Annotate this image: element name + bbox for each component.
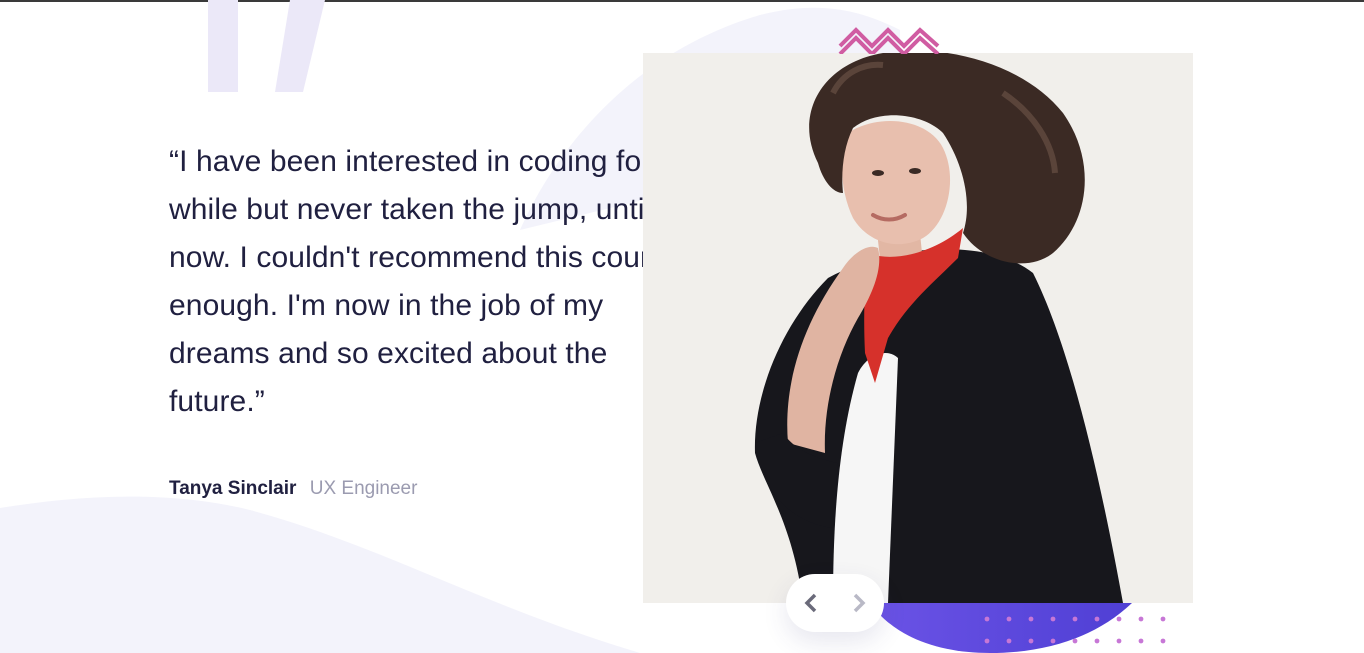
testimonial-photo (643, 53, 1193, 603)
zigzag-decoration-icon (838, 27, 940, 54)
author-role: UX Engineer (309, 478, 418, 499)
author-name: Tanya Sinclair (169, 478, 297, 499)
chevron-left-icon (804, 593, 817, 613)
slider-navigation (786, 574, 884, 632)
testimonial-quote: “I have been interested in coding for a … (169, 145, 683, 418)
portrait-image (643, 53, 1193, 603)
next-button[interactable] (846, 590, 872, 616)
quotation-mark-icon (208, 0, 325, 92)
chevron-right-icon (853, 593, 866, 613)
dot-pattern-decoration (984, 616, 1166, 644)
testimonial-author: Tanya Sinclair UX Engineer (169, 477, 417, 501)
previous-button[interactable] (798, 590, 824, 616)
